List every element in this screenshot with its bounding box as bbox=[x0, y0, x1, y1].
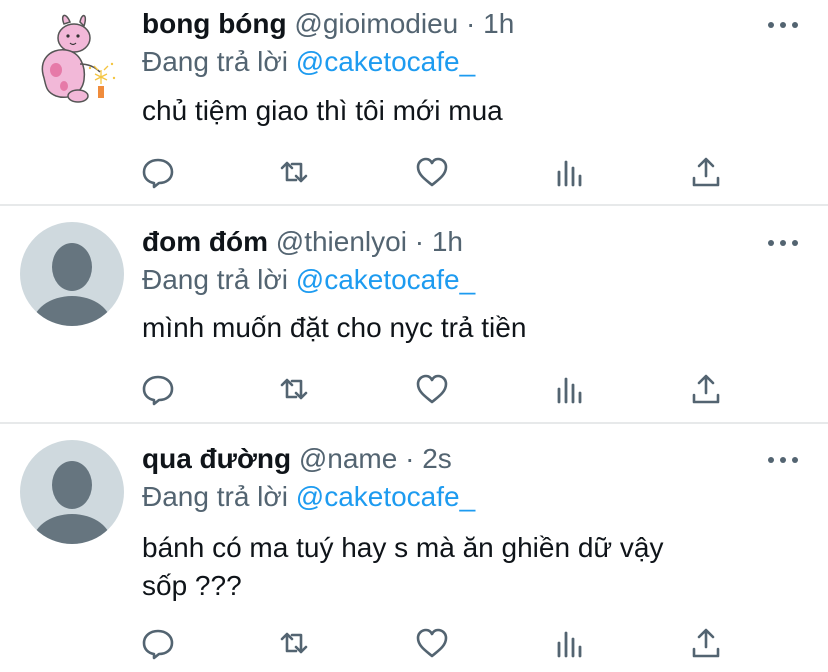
more-icon[interactable] bbox=[768, 238, 798, 248]
display-name[interactable]: bong bóng bbox=[142, 8, 287, 39]
mention-link[interactable]: @caketocafe_ bbox=[296, 46, 475, 77]
default-avatar-icon bbox=[32, 243, 112, 326]
like-icon[interactable] bbox=[412, 152, 452, 192]
tweet-header: bong bóng @gioimodieu · 1h bbox=[142, 4, 514, 44]
timestamp[interactable]: · 1h bbox=[466, 8, 514, 39]
default-avatar-icon bbox=[32, 461, 112, 544]
display-name[interactable]: qua đường bbox=[142, 443, 291, 474]
tweet-header: qua đường @name · 2s bbox=[142, 439, 452, 479]
tweet-text: mình muốn đặt cho nyc trả tiền bbox=[142, 309, 782, 347]
analytics-icon[interactable] bbox=[550, 623, 590, 663]
share-icon[interactable] bbox=[686, 623, 726, 663]
tweet-text-line: sốp ??? bbox=[142, 570, 242, 601]
retweet-icon[interactable] bbox=[274, 369, 314, 409]
timestamp[interactable]: · 1h bbox=[415, 226, 463, 257]
tweet-text: bánh có ma tuý hay s mà ăn ghiền dữ vậy … bbox=[142, 529, 782, 605]
tweet-text-line: bánh có ma tuý hay s mà ăn ghiền dữ vậy bbox=[142, 532, 664, 563]
tweet-text: chủ tiệm giao thì tôi mới mua bbox=[142, 92, 782, 130]
user-handle[interactable]: @gioimodieu bbox=[294, 8, 458, 39]
replying-to-label: Đang trả lời bbox=[142, 264, 288, 295]
analytics-icon[interactable] bbox=[550, 152, 590, 192]
user-handle[interactable]: @thienlyoi bbox=[276, 226, 407, 257]
more-icon[interactable] bbox=[768, 20, 798, 30]
replying-to: Đang trả lời @caketocafe_ bbox=[142, 260, 475, 300]
tweet-actions bbox=[0, 623, 828, 663]
replying-to-label: Đang trả lời bbox=[142, 481, 288, 512]
tweet-header: đom đóm @thienlyoi · 1h bbox=[142, 222, 463, 262]
reply-tweet[interactable]: bong bóng @gioimodieu · 1h Đang trả lời … bbox=[0, 0, 828, 205]
retweet-icon[interactable] bbox=[274, 152, 314, 192]
like-icon[interactable] bbox=[412, 623, 452, 663]
reply-icon[interactable] bbox=[138, 152, 178, 192]
replying-to: Đang trả lời @caketocafe_ bbox=[142, 42, 475, 82]
timestamp[interactable]: · 2s bbox=[405, 443, 452, 474]
mention-link[interactable]: @caketocafe_ bbox=[296, 264, 475, 295]
reply-tweet[interactable]: đom đóm @thienlyoi · 1h Đang trả lời @ca… bbox=[0, 205, 828, 423]
user-handle[interactable]: @name bbox=[299, 443, 397, 474]
reply-tweet[interactable]: qua đường @name · 2s Đang trả lời @caket… bbox=[0, 423, 828, 672]
replying-to-label: Đang trả lời bbox=[142, 46, 288, 77]
tweet-text-line: chủ tiệm giao thì tôi mới mua bbox=[142, 95, 503, 126]
avatar[interactable] bbox=[20, 8, 124, 112]
replying-to: Đang trả lời @caketocafe_ bbox=[142, 477, 475, 517]
reply-icon[interactable] bbox=[138, 623, 178, 663]
avatar[interactable] bbox=[20, 222, 124, 326]
avatar[interactable] bbox=[20, 440, 124, 544]
like-icon[interactable] bbox=[412, 369, 452, 409]
bunny-sticker-avatar bbox=[20, 8, 124, 112]
analytics-icon[interactable] bbox=[550, 369, 590, 409]
reply-icon[interactable] bbox=[138, 369, 178, 409]
more-icon[interactable] bbox=[768, 455, 798, 465]
mention-link[interactable]: @caketocafe_ bbox=[296, 481, 475, 512]
display-name[interactable]: đom đóm bbox=[142, 226, 268, 257]
tweet-text-line: mình muốn đặt cho nyc trả tiền bbox=[142, 312, 527, 343]
tweet-actions bbox=[0, 152, 828, 192]
share-icon[interactable] bbox=[686, 369, 726, 409]
tweet-actions bbox=[0, 369, 828, 409]
share-icon[interactable] bbox=[686, 152, 726, 192]
retweet-icon[interactable] bbox=[274, 623, 314, 663]
